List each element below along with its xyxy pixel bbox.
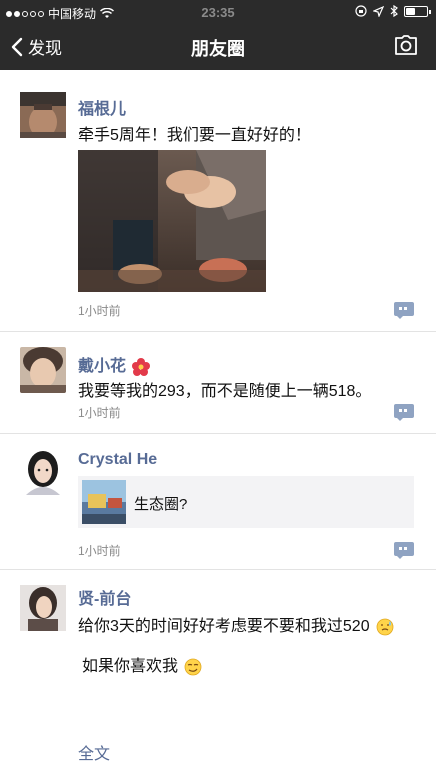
- post-text: 牵手5周年！我们要一直好好的！: [78, 127, 311, 144]
- post-text-row: 给你3天的时间好好考虑要不要和我过520: [78, 612, 418, 636]
- battery-icon: [404, 5, 431, 17]
- avatar[interactable]: [20, 585, 66, 631]
- moments-feed[interactable]: 福根儿 牵手5周年！我们要一直好好的！ 1小时前 戴小花 我要等我的293，而不…: [0, 70, 436, 771]
- page-title: 朋友圈: [191, 39, 245, 59]
- avatar[interactable]: [20, 92, 66, 138]
- post-text-2: 如果你喜欢我: [82, 658, 179, 675]
- post-text-row: 如果你喜欢我: [82, 652, 422, 676]
- post-time: 1小时前: [78, 304, 121, 318]
- avatar[interactable]: [20, 347, 66, 393]
- post-text: 我要等我的293，而不是随便上一辆518。: [78, 383, 372, 400]
- post-author[interactable]: 贤-前台: [78, 585, 131, 609]
- post-photo[interactable]: [78, 150, 266, 292]
- post-time: 1小时前: [78, 544, 121, 558]
- comment-button[interactable]: [394, 404, 414, 421]
- post-text: 给你3天的时间好好考虑要不要和我过520: [78, 618, 370, 635]
- post-author[interactable]: 戴小花: [78, 352, 151, 376]
- rotation-lock-icon: [355, 5, 367, 17]
- smirk-emoji-icon: [185, 658, 202, 676]
- status-icons: [355, 5, 431, 17]
- camera-button[interactable]: [394, 35, 418, 60]
- feed-post: Crystal He 生态圈? 1小时前: [0, 434, 436, 570]
- post-author-label: 戴小花: [78, 358, 127, 375]
- shared-link-card[interactable]: 生态圈?: [78, 476, 414, 528]
- feed-post: 戴小花 我要等我的293，而不是随便上一辆518。 1小时前: [0, 332, 436, 434]
- link-title: 生态圈?: [134, 496, 188, 513]
- camera-icon: [395, 35, 417, 55]
- nav-bar: 发现 朋友圈: [0, 24, 436, 70]
- comment-button[interactable]: [394, 542, 414, 559]
- post-author[interactable]: Crystal He: [78, 451, 157, 469]
- expand-full-text-link[interactable]: 全文: [78, 740, 110, 764]
- post-author[interactable]: 福根儿: [78, 95, 126, 119]
- post-time: 1小时前: [78, 406, 121, 420]
- hibiscus-emoji-icon: [132, 357, 151, 376]
- location-icon: [373, 5, 384, 17]
- avatar[interactable]: [20, 449, 66, 495]
- link-thumbnail: [82, 480, 126, 524]
- feed-post: 福根儿 牵手5周年！我们要一直好好的！ 1小时前: [0, 70, 436, 332]
- comment-button[interactable]: [394, 302, 414, 319]
- sweat-emoji-icon: [376, 618, 394, 636]
- bluetooth-icon: [390, 5, 398, 17]
- status-bar: 中国移动 23:35: [0, 0, 436, 24]
- feed-post: 贤-前台 给你3天的时间好好考虑要不要和我过520 如果你喜欢我 全文: [0, 570, 436, 771]
